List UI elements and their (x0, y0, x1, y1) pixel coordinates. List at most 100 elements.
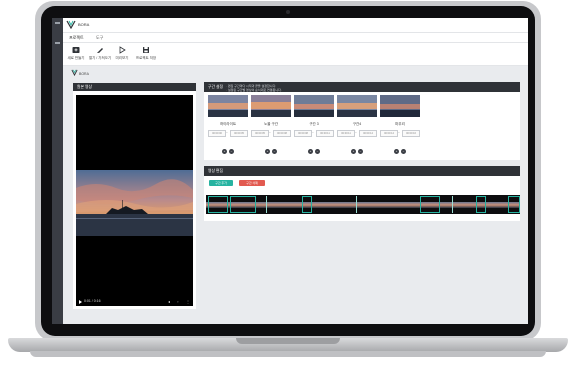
toolbar-ribbon: 새로 만들기 열기 / 가져오기 미리보기 프로젝트 저장 (63, 43, 528, 66)
segment-add-icon[interactable]: + (351, 149, 356, 154)
segment-remove-icon[interactable]: − (272, 149, 277, 154)
segment-label: 구간4 (352, 122, 362, 126)
segment-add-icon[interactable]: + (308, 149, 313, 154)
title-bar: BORA (63, 18, 528, 33)
timeline-segment[interactable] (302, 196, 312, 213)
segment-remove-icon[interactable]: − (401, 149, 406, 154)
more-options-icon[interactable]: ⋮ (186, 299, 190, 304)
video-player[interactable]: 0:01 / 0:16 ◂ ▫ ⋮ (76, 95, 193, 306)
timeline-segment[interactable] (420, 196, 440, 213)
range-separator: ~ (398, 130, 400, 134)
save-project-button[interactable]: 프로젝트 저장 (133, 46, 159, 61)
timeline-marker[interactable] (266, 196, 267, 213)
segment-end-field[interactable]: 00:00:11 (316, 130, 334, 137)
segment-buttons: + − (337, 139, 377, 154)
segment-add-icon[interactable]: + (394, 149, 399, 154)
segment-settings-title: 구간 설정 (208, 85, 224, 89)
volume-icon[interactable]: ◂ (168, 299, 170, 304)
timeline-segment[interactable] (208, 196, 228, 213)
segment-buttons: + − (380, 139, 420, 154)
segment-end-field[interactable]: 00:00:05 (230, 130, 248, 137)
rail-item-icon[interactable] (55, 42, 60, 44)
segment-range: 00:00:00 ~ 00:00:05 (208, 130, 248, 137)
segment-thumbnail (337, 95, 377, 117)
new-project-button[interactable]: 새로 만들기 (63, 46, 89, 61)
segment-remove-icon[interactable]: − (229, 149, 234, 154)
segment-buttons: + − (208, 139, 248, 154)
segment-start-field[interactable]: 00:00:08 (294, 130, 312, 137)
segment-start-field[interactable]: 00:00:05 (251, 130, 269, 137)
workspace-brand: BORA (79, 72, 89, 76)
delete-segment-button[interactable]: 구간 삭제 (239, 180, 265, 186)
segment-range: 00:00:08 ~ 00:00:11 (294, 130, 334, 137)
range-separator: ~ (355, 130, 357, 134)
video-frame-sunset (76, 170, 193, 236)
segment-card[interactable]: 구간 3 00:00:08 ~ 00:00:11 + − (294, 95, 334, 154)
segment-range: 00:00:14 ~ 00:00:16 (380, 130, 420, 137)
segment-remove-icon[interactable]: − (315, 149, 320, 154)
laptop-notch (236, 338, 340, 344)
video-controls: 0:01 / 0:16 ◂ ▫ ⋮ (76, 297, 193, 306)
segment-card[interactable]: 마무리 00:00:14 ~ 00:00:16 + − (380, 95, 420, 154)
segment-card[interactable]: 구간4 00:00:11 ~ 00:00:14 + − (337, 95, 377, 154)
workspace: BORA 원본 영상 0:01 / 0:16 ◂ ▫ ⋮ 구간 설정 · 편집 … (63, 66, 528, 324)
timeline-track[interactable] (206, 195, 520, 214)
new-project-icon (72, 47, 80, 53)
camera-dot (286, 10, 290, 14)
app-screen: BORA 프로젝트 도구 새로 만들기 열기 / 가져오기 미리보기 프로젝트 … (52, 18, 528, 324)
menu-tabs: 프로젝트 도구 (63, 33, 528, 43)
segment-add-icon[interactable]: + (265, 149, 270, 154)
timeline-title: 영상 편집 (208, 169, 224, 173)
segment-thumbnail (251, 95, 291, 117)
tab-project[interactable]: 프로젝트 (69, 35, 84, 41)
preview-label: 미리보기 (115, 56, 129, 60)
video-play-icon[interactable] (79, 300, 82, 304)
timeline-marker[interactable] (452, 196, 453, 213)
source-video-title: 원본 영상 (73, 83, 196, 91)
segment-remove-icon[interactable]: − (358, 149, 363, 154)
segment-label: 노을 구간 (264, 122, 278, 126)
segment-label: 마무리 (395, 122, 405, 126)
segment-settings-panel: 구간 설정 · 편집 구간마다 시작과 끝을 설정합니다. · 설정된 구간별 … (204, 82, 520, 160)
timeline-segment[interactable] (508, 196, 520, 213)
segment-label: 구간 3 (309, 122, 319, 126)
rail-menu-icon[interactable] (55, 22, 60, 24)
segment-add-icon[interactable]: + (222, 149, 227, 154)
save-project-label: 프로젝트 저장 (135, 56, 157, 60)
segment-thumbnail (380, 95, 420, 117)
fullscreen-icon[interactable]: ▫ (177, 299, 178, 304)
workspace-logo-icon (71, 69, 78, 76)
segment-card[interactable]: 노을 구간 00:00:05 ~ 00:00:08 + − (251, 95, 291, 154)
brand-name: BORA (78, 22, 90, 27)
add-segment-button[interactable]: 구간 추가 (209, 180, 233, 186)
segment-start-field[interactable]: 00:00:14 (380, 130, 398, 137)
segment-range: 00:00:05 ~ 00:00:08 (251, 130, 291, 137)
timeline-panel: 영상 편집 구간 추가 구간 삭제 (204, 166, 520, 221)
segment-settings-header: 구간 설정 · 편집 구간마다 시작과 끝을 설정합니다. · 설정된 구간별 … (204, 82, 520, 92)
segment-card[interactable]: 하이라이트 00:00:00 ~ 00:00:05 + − (208, 95, 248, 154)
range-separator: ~ (269, 130, 271, 134)
segment-start-field[interactable]: 00:00:11 (337, 130, 355, 137)
range-separator: ~ (312, 130, 314, 134)
timeline-header: 영상 편집 (204, 166, 520, 176)
open-file-icon (97, 48, 103, 53)
segment-buttons: + − (251, 139, 291, 154)
brand-logo-icon (66, 20, 76, 29)
source-video-panel: 원본 영상 0:01 / 0:16 ◂ ▫ ⋮ (73, 83, 196, 309)
tab-tools[interactable]: 도구 (96, 35, 103, 41)
preview-button[interactable]: 미리보기 (109, 46, 135, 61)
timeline-segment[interactable] (476, 196, 486, 213)
segment-note-2: · 설정된 구간별 영상이 순서대로 연결됩니다. (226, 88, 282, 92)
segment-start-field[interactable]: 00:00:00 (208, 130, 226, 137)
segment-thumbnail (294, 95, 334, 117)
segment-buttons: + − (294, 139, 334, 154)
timeline-segment[interactable] (230, 196, 256, 213)
video-time: 0:01 / 0:16 (84, 299, 101, 303)
laptop-foot (30, 351, 546, 357)
segment-end-field[interactable]: 00:00:08 (273, 130, 291, 137)
timeline-marker[interactable] (356, 196, 357, 213)
segment-end-field[interactable]: 00:00:14 (359, 130, 377, 137)
play-icon (119, 46, 126, 54)
segment-range: 00:00:11 ~ 00:00:14 (337, 130, 377, 137)
segment-end-field[interactable]: 00:00:16 (402, 130, 420, 137)
